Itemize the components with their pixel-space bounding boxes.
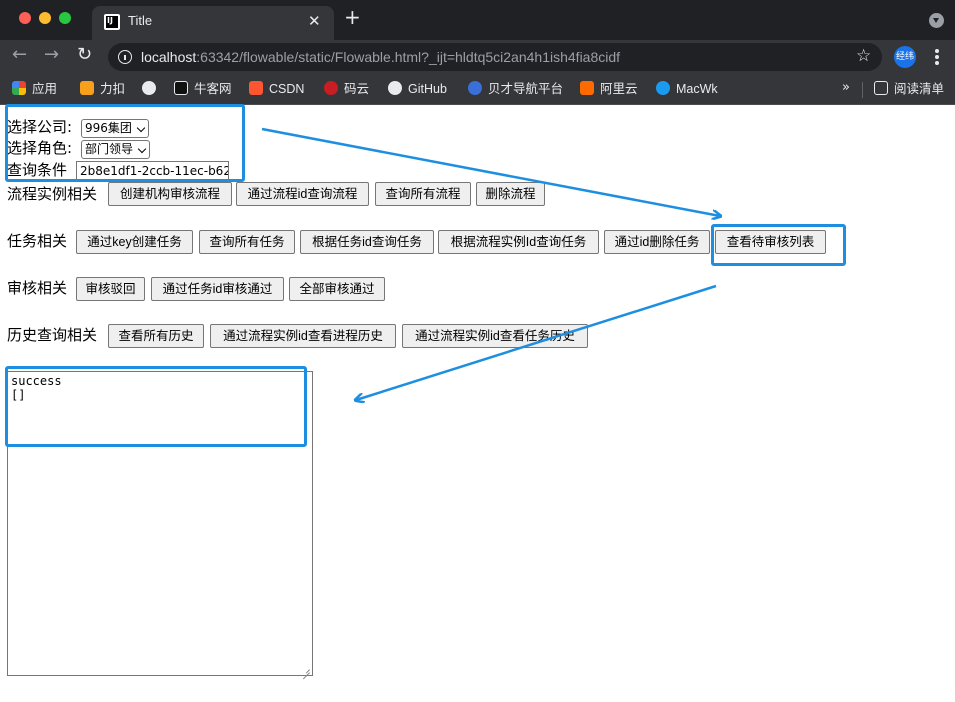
minimize-window-button[interactable]: [39, 12, 51, 24]
site-info-icon[interactable]: [118, 50, 132, 64]
query-process-by-id-button[interactable]: 通过流程id查询流程: [236, 182, 369, 206]
reading-list-icon: [874, 81, 888, 95]
bookmarks-bar: 应用 力扣 牛客网 CSDN 码云 GitHub 贝才导航平台 阿里云 MacW…: [0, 74, 955, 105]
bookmark-nowcoder[interactable]: 牛客网: [174, 80, 232, 98]
address-bar[interactable]: localhost:63342/flowable/static/Flowable…: [108, 43, 882, 71]
new-tab-plus-icon[interactable]: +: [344, 7, 361, 27]
resize-handle-icon[interactable]: [302, 665, 310, 673]
bookmark-beicai[interactable]: 贝才导航平台: [468, 80, 563, 98]
forward-arrow-icon[interactable]: →: [44, 45, 59, 65]
delete-process-button[interactable]: 删除流程: [476, 182, 545, 206]
tab-search-chevron-icon[interactable]: [929, 13, 944, 28]
review-reject-button[interactable]: 审核驳回: [76, 277, 145, 301]
process-section-label: 流程实例相关: [7, 185, 98, 203]
annotation-box-pending-button: [711, 224, 846, 266]
create-task-by-key-button[interactable]: 通过key创建任务: [76, 230, 193, 254]
profile-avatar[interactable]: 经纬: [894, 46, 916, 68]
macwk-icon: [656, 81, 670, 95]
more-menu-icon[interactable]: [932, 46, 942, 68]
browser-tab-bar: IJ Title ✕ +: [0, 0, 955, 40]
aliyun-icon: [580, 81, 594, 95]
globe-icon: [142, 81, 156, 95]
review-section-label: 审核相关: [7, 279, 68, 297]
approve-by-task-id-button[interactable]: 通过任务id审核通过: [151, 277, 284, 301]
task-section-label: 任务相关: [7, 232, 68, 250]
bookmark-csdn[interactable]: CSDN: [249, 80, 304, 98]
bookmark-aliyun[interactable]: 阿里云: [580, 80, 638, 98]
bookmark-star-icon[interactable]: ☆: [856, 46, 871, 66]
create-org-review-process-button[interactable]: 创建机构审核流程: [108, 182, 232, 206]
browser-tab[interactable]: IJ Title ✕: [92, 6, 334, 40]
url-text[interactable]: localhost:63342/flowable/static/Flowable…: [141, 49, 620, 65]
close-tab-icon[interactable]: ✕: [308, 12, 321, 30]
query-task-by-process-instance-id-button[interactable]: 根据流程实例Id查询任务: [438, 230, 599, 254]
bookmarks-overflow-chevron-icon[interactable]: »: [842, 80, 850, 95]
delete-task-by-id-button[interactable]: 通过id删除任务: [604, 230, 710, 254]
browser-toolbar: ← → ↻ localhost:63342/flowable/static/Fl…: [0, 40, 955, 74]
bookmark-macwk[interactable]: MacWk: [656, 80, 718, 98]
nowcoder-icon: [174, 81, 188, 95]
gitee-icon: [324, 81, 338, 95]
annotation-box-output: [5, 366, 307, 447]
csdn-icon: [249, 81, 263, 95]
leetcode-icon: [80, 81, 94, 95]
maximize-window-button[interactable]: [59, 12, 71, 24]
view-process-history-by-instance-id-button[interactable]: 通过流程实例id查看进程历史: [210, 324, 396, 348]
close-window-button[interactable]: [19, 12, 31, 24]
query-task-by-id-button[interactable]: 根据任务id查询任务: [300, 230, 434, 254]
bookmarks-divider: [862, 82, 863, 98]
bookmark-globe[interactable]: [142, 80, 162, 98]
github-icon: [388, 81, 402, 95]
intellij-favicon-icon: IJ: [104, 14, 120, 30]
bookmark-gitee[interactable]: 码云: [324, 80, 369, 98]
query-all-tasks-button[interactable]: 查询所有任务: [199, 230, 295, 254]
annotation-box-form: [5, 104, 245, 182]
beicai-icon: [468, 81, 482, 95]
back-arrow-icon[interactable]: ←: [12, 45, 27, 65]
apps-grid-icon: [12, 81, 26, 95]
view-task-history-by-instance-id-button[interactable]: 通过流程实例id查看任务历史: [402, 324, 588, 348]
tab-title: Title: [128, 13, 153, 28]
bookmark-apps[interactable]: 应用: [12, 80, 57, 98]
reading-list-button[interactable]: 阅读清单: [874, 80, 944, 98]
query-all-processes-button[interactable]: 查询所有流程: [375, 182, 471, 206]
history-section-label: 历史查询相关: [7, 326, 98, 344]
bookmark-github[interactable]: GitHub: [388, 80, 447, 98]
view-all-history-button[interactable]: 查看所有历史: [108, 324, 204, 348]
approve-all-button[interactable]: 全部审核通过: [289, 277, 385, 301]
reload-icon[interactable]: ↻: [77, 45, 92, 65]
bookmark-leetcode[interactable]: 力扣: [80, 80, 125, 98]
